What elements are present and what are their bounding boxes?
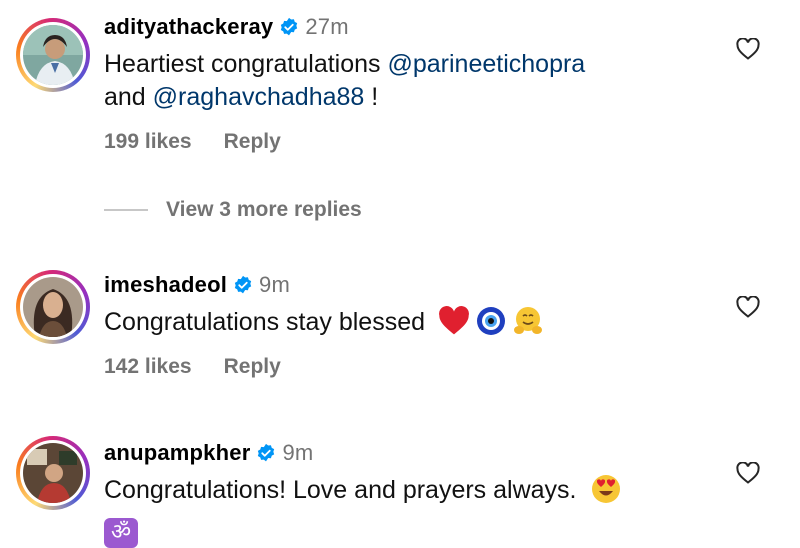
avatar[interactable] xyxy=(16,18,90,92)
divider-line xyxy=(104,209,148,211)
view-more-replies-button[interactable]: View 3 more replies xyxy=(104,198,362,222)
verified-badge-icon xyxy=(256,443,276,469)
mention-link[interactable]: @parineetichopra xyxy=(387,50,585,78)
timestamp: 9m xyxy=(282,440,314,465)
username-row: adityathackeray 27m xyxy=(104,14,349,43)
like-heart-icon[interactable] xyxy=(736,461,760,489)
username[interactable]: anupampkher xyxy=(104,440,250,465)
username-row: imeshadeol 9m xyxy=(104,272,290,301)
avatar[interactable] xyxy=(16,270,90,344)
comment-text: Congratulations! Love and prayers always… xyxy=(104,474,621,548)
avatar-photo xyxy=(23,443,83,503)
comment-meta: 142 likes Reply xyxy=(104,355,281,379)
mention-link[interactable]: @raghavchadha88 xyxy=(153,83,365,111)
verified-badge-icon xyxy=(279,17,299,43)
comment-text: Heartiest congratulations @parineetichop… xyxy=(104,50,586,111)
username[interactable]: imeshadeol xyxy=(104,272,227,297)
reply-button[interactable]: Reply xyxy=(224,355,281,378)
avatar-photo xyxy=(23,277,83,337)
avatar-photo xyxy=(23,25,83,85)
red-heart-icon xyxy=(438,306,470,345)
timestamp: 27m xyxy=(305,14,349,39)
avatar[interactable] xyxy=(16,436,90,510)
likes-count[interactable]: 199 likes xyxy=(104,130,192,153)
timestamp: 9m xyxy=(259,272,291,297)
comment-meta: 199 likes Reply xyxy=(104,130,281,154)
reply-button[interactable]: Reply xyxy=(224,130,281,153)
username[interactable]: adityathackeray xyxy=(104,14,273,39)
nazar-amulet-icon xyxy=(476,306,506,345)
heart-eyes-face-icon xyxy=(591,474,621,513)
username-row: anupampkher 9m xyxy=(104,440,313,469)
om-symbol-icon: ॐ xyxy=(104,518,138,548)
like-heart-icon[interactable] xyxy=(736,295,760,323)
verified-badge-icon xyxy=(233,275,253,301)
likes-count[interactable]: 142 likes xyxy=(104,355,192,378)
comment-text: Congratulations stay blessed xyxy=(104,306,544,345)
like-heart-icon[interactable] xyxy=(736,37,760,65)
hugging-face-icon xyxy=(512,306,544,345)
